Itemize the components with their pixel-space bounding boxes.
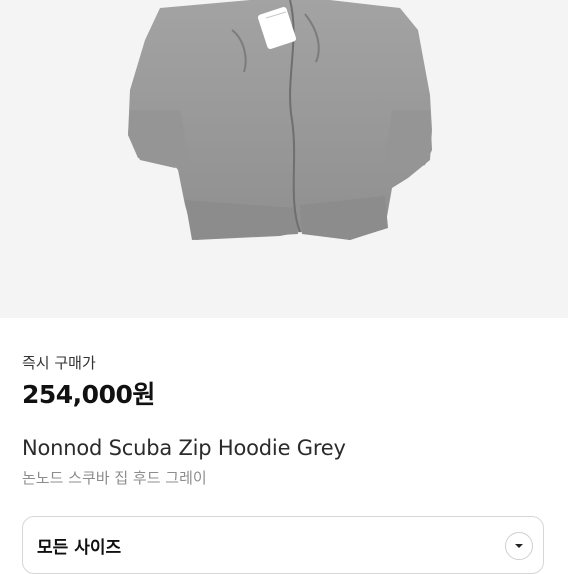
- product-name: Nonnod Scuba Zip Hoodie Grey: [22, 436, 346, 460]
- size-selector[interactable]: 모든 사이즈: [22, 516, 544, 574]
- size-selector-label: 모든 사이즈: [37, 538, 122, 558]
- price: 254,000원: [22, 380, 155, 409]
- hoodie-illustration: [128, 0, 432, 240]
- product-name-korean: 논노드 스쿠바 집 후드 그레이: [22, 469, 207, 487]
- chevron-down-icon[interactable]: [505, 532, 533, 560]
- instant-buy-label: 즉시 구매가: [22, 354, 96, 372]
- product-image[interactable]: [0, 0, 568, 318]
